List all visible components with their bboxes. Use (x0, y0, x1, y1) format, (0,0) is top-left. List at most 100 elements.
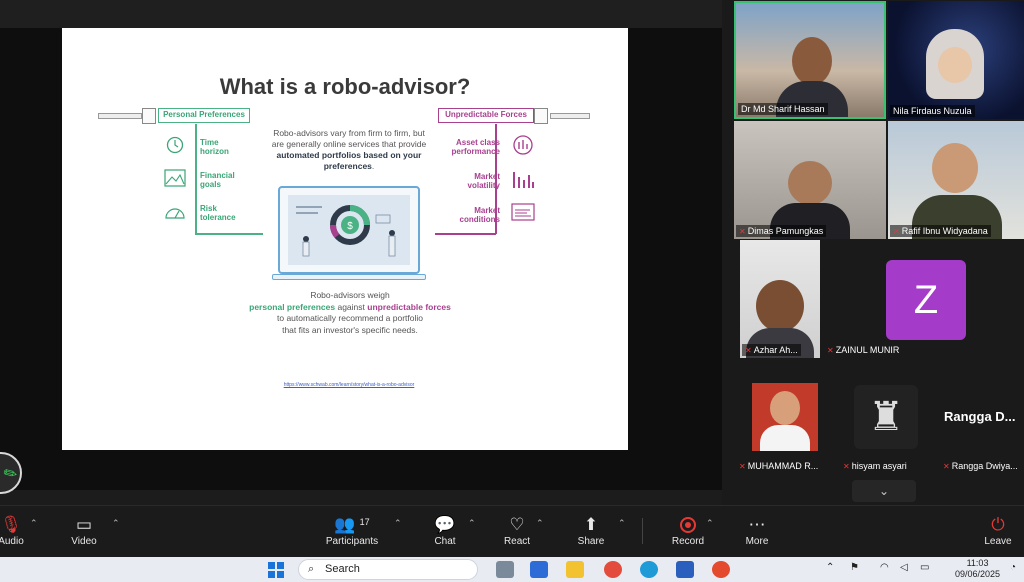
laptop-base (272, 274, 426, 280)
tray-chevron-up-icon[interactable]: ⌃ (826, 562, 834, 573)
button-label: Record (671, 536, 705, 547)
taskbar-search-input[interactable]: ⌕ Search (298, 559, 478, 580)
summary-line: to automatically recommend a portfolio (277, 313, 423, 323)
share-screen-icon: ⬆ (583, 515, 599, 534)
center-text-plain: Robo-advisors vary from firm to firm, bu… (271, 128, 427, 149)
name-text: hisyam asyari (851, 461, 907, 471)
wifi-icon[interactable]: ◠ (880, 562, 889, 573)
participant-video (756, 280, 804, 332)
video-tile[interactable]: Dr Md Sharif Hassan (734, 1, 886, 119)
participant-name: ✕ Rafif Ibnu Widyadana (890, 225, 991, 237)
tray-app-icon[interactable]: ⚑ (850, 562, 859, 573)
profile-photo-tile[interactable] (752, 383, 818, 451)
pen-icon: ✎ (0, 463, 22, 486)
react-options-caret-icon[interactable]: ⌃ (536, 518, 544, 529)
center-description: Robo-advisors vary from firm to firm, bu… (266, 128, 432, 172)
summary-line: Robo-advisors weigh (310, 290, 390, 300)
video-button[interactable]: ▭ Video (66, 514, 102, 547)
leave-button[interactable]: ⏻ Leave (982, 514, 1014, 547)
taskbar-clock[interactable]: 11:03 09/06/2025 (955, 558, 1000, 580)
mic-muted-icon: ✕ (943, 462, 950, 471)
right-item-market-conditions: Market conditions (460, 206, 500, 224)
record-button[interactable]: Record (668, 514, 708, 547)
button-label: Chat (434, 536, 456, 547)
battery-icon[interactable]: ▭ (920, 562, 929, 573)
audio-options-caret-icon[interactable]: ⌃ (30, 518, 38, 529)
chat-bubble-icon: 💬 (434, 515, 456, 534)
chat-options-caret-icon[interactable]: ⌃ (468, 518, 476, 529)
summary-line: that fits an investor's specific needs. (282, 324, 418, 335)
name-text: Rafif Ibnu Widyadana (901, 226, 988, 236)
video-tile[interactable]: ✕ Dimas Pamungkas (734, 121, 886, 239)
market-chart-icon (511, 203, 535, 221)
record-options-caret-icon[interactable]: ⌃ (706, 518, 714, 529)
item-line: Time (200, 138, 219, 147)
item-line: Market (474, 206, 500, 215)
more-button[interactable]: ⋯ More (740, 514, 774, 547)
more-dots-icon: ⋯ (748, 515, 766, 534)
pen-right-cap (534, 108, 548, 124)
participant-display-name: Rangga D... (944, 409, 1016, 424)
participants-options-caret-icon[interactable]: ⌃ (394, 518, 402, 529)
name-text: Azhar Ah... (753, 345, 798, 355)
svg-text:$: $ (347, 221, 353, 232)
participants-button[interactable]: 👥 17 Participants (322, 514, 382, 547)
button-label: More (745, 536, 769, 547)
profile-photo-tile[interactable]: ♜ (854, 385, 918, 449)
pen-right-graphic (550, 113, 590, 119)
button-label: Leave (984, 536, 1012, 547)
gallery-next-chevron-down-icon[interactable]: ⌄ (852, 480, 916, 502)
participant-gallery: Dr Md Sharif Hassan Nila Firdaus Nuzula … (722, 0, 1024, 505)
personal-preferences-label: Personal Preferences (158, 108, 250, 123)
mic-muted-icon: ✕ (827, 346, 834, 355)
participant-video (938, 47, 972, 83)
edge-icon[interactable] (640, 561, 658, 578)
item-line: Risk (200, 204, 217, 213)
mic-muted-icon: ✕ (843, 462, 850, 471)
video-options-caret-icon[interactable]: ⌃ (112, 518, 120, 529)
word-app-icon[interactable] (676, 561, 694, 578)
video-tile[interactable]: Nila Firdaus Nuzula (888, 1, 1024, 119)
app-icon[interactable] (712, 561, 730, 578)
name-text: MUHAMMAD R... (747, 461, 819, 471)
green-connector-line (195, 233, 263, 235)
windows-start-icon[interactable] (268, 562, 284, 578)
clock-time: 11:03 (966, 558, 989, 568)
share-button[interactable]: ⬆ Share (574, 514, 608, 547)
zoom-app-icon[interactable] (530, 561, 548, 578)
participant-name: ✕ Azhar Ah... (742, 344, 801, 356)
speaker-icon[interactable]: ◁ (900, 562, 908, 573)
participant-photo (760, 425, 810, 451)
leave-icon: ⏻ (991, 515, 1005, 534)
notification-bell-icon[interactable]: ◔ (1010, 562, 1016, 573)
name-text: Nila Firdaus Nuzula (893, 106, 972, 116)
react-button[interactable]: ♡ React (500, 514, 534, 547)
chat-button[interactable]: 💬 Chat (430, 514, 460, 547)
task-view-icon[interactable] (496, 561, 514, 578)
unpredictable-forces-label: Unpredictable Forces (438, 108, 534, 123)
mic-muted-icon: 🎙 (0, 515, 22, 534)
participant-photo (770, 391, 800, 425)
source-link[interactable]: https://www.schwab.com/learn/story/what-… (222, 382, 476, 388)
button-label: Share (577, 536, 605, 547)
item-line: Financial (200, 171, 235, 180)
name-text: Dr Md Sharif Hassan (741, 104, 825, 114)
left-item-risk-tolerance: Risk tolerance (200, 204, 236, 222)
chrome-icon[interactable] (604, 561, 622, 578)
toolbar-divider (642, 518, 643, 544)
file-explorer-icon[interactable] (566, 561, 584, 578)
item-line: Asset class (455, 138, 500, 147)
video-tile[interactable]: ✕ Rafif Ibnu Widyadana (888, 121, 1024, 239)
presentation-slide: What is a robo-advisor? Personal Prefere… (62, 28, 628, 450)
search-icon: ⌕ (308, 563, 315, 575)
participant-name: ✕ Dimas Pamungkas (736, 225, 827, 237)
audio-button[interactable]: 🎙 Audio (0, 514, 26, 547)
slide-title: What is a robo-advisor? (219, 74, 471, 99)
purple-connector-line (435, 233, 496, 235)
share-options-caret-icon[interactable]: ⌃ (618, 518, 626, 529)
video-tile[interactable]: ✕ Azhar Ah... (740, 240, 820, 358)
item-line: Market (474, 172, 500, 181)
button-label: React (503, 536, 531, 547)
mic-muted-icon: ✕ (745, 346, 752, 355)
participant-name: ✕ MUHAMMAD R... (736, 460, 821, 472)
